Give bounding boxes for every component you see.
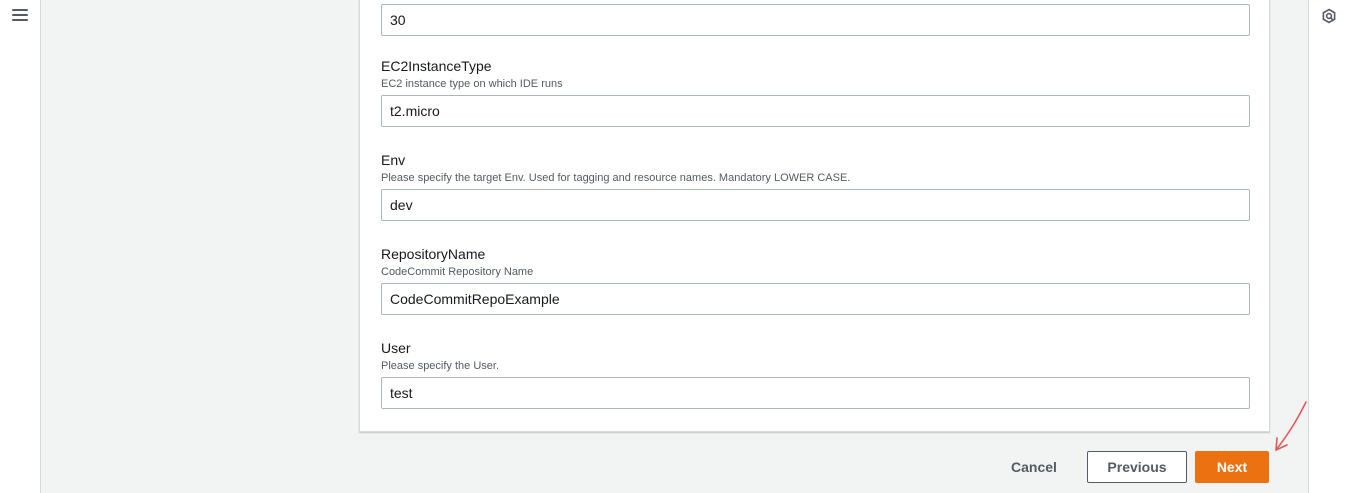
repository-name-input[interactable]: [381, 283, 1250, 315]
ec2-instance-type-label: EC2InstanceType: [381, 58, 492, 74]
env-label: Env: [381, 152, 406, 168]
user-input[interactable]: [381, 377, 1250, 409]
left-navigation-rail: [0, 0, 41, 493]
ec2-instance-type-description: EC2 instance type on which IDE runs: [381, 78, 563, 90]
user-description: Please specify the User.: [381, 360, 500, 372]
next-button[interactable]: Next: [1195, 451, 1269, 483]
field-user: User Please specify the User.: [381, 339, 1250, 409]
field-ec2-instance-type: EC2InstanceType EC2 instance type on whi…: [381, 57, 1250, 127]
env-input[interactable]: [381, 189, 1250, 221]
field-repository-name: RepositoryName CodeCommit Repository Nam…: [381, 245, 1250, 315]
field-first-param: [381, 4, 1250, 36]
right-utility-rail: [1308, 0, 1347, 493]
previous-button[interactable]: Previous: [1087, 451, 1187, 483]
cancel-button[interactable]: Cancel: [1011, 459, 1057, 475]
parameters-panel: EC2InstanceType EC2 instance type on whi…: [359, 0, 1270, 432]
cloudshell-hexagon-icon[interactable]: [1321, 8, 1337, 24]
ec2-instance-type-input[interactable]: [381, 95, 1250, 127]
user-label: User: [381, 340, 411, 356]
hamburger-menu-icon[interactable]: [12, 9, 28, 23]
first-param-input[interactable]: [381, 4, 1250, 36]
main-content: EC2InstanceType EC2 instance type on whi…: [41, 0, 1308, 493]
env-description: Please specify the target Env. Used for …: [381, 172, 851, 184]
repository-name-description: CodeCommit Repository Name: [381, 266, 534, 278]
repository-name-label: RepositoryName: [381, 246, 486, 262]
field-env: Env Please specify the target Env. Used …: [381, 151, 1250, 221]
